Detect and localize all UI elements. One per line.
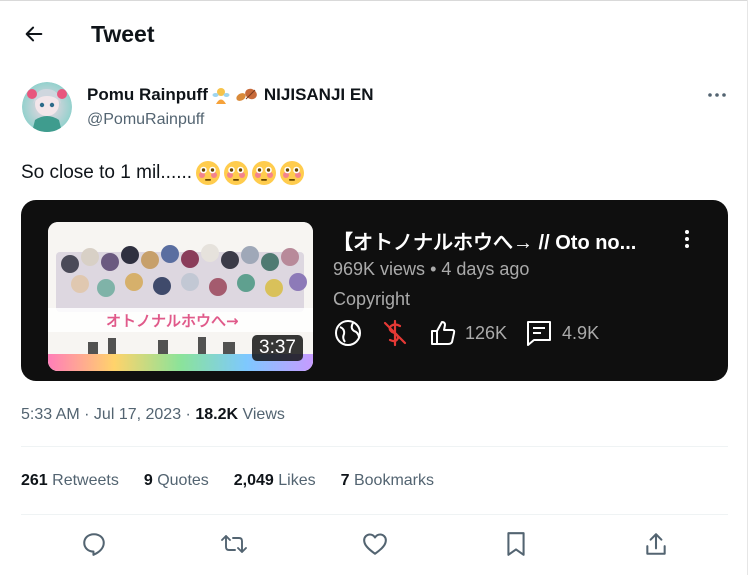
flushed-face-emoji-icon	[280, 161, 305, 185]
author-handle[interactable]: @PomuRainpuff	[87, 111, 204, 129]
flushed-face-emoji-icon	[252, 161, 277, 185]
likes-label: Likes	[273, 472, 316, 489]
author-name-row[interactable]: Pomu Rainpuff NIJISANJI EN	[87, 85, 373, 105]
bookmark-button[interactable]	[502, 530, 530, 558]
quotes-label: Quotes	[152, 472, 209, 489]
retweet-icon	[221, 535, 247, 553]
video-age: 4 days ago	[441, 259, 530, 279]
bookmark-icon	[507, 532, 525, 556]
divider-top	[21, 446, 728, 447]
more-vertical-icon	[685, 230, 689, 248]
tweet-header: Tweet	[0, 0, 748, 72]
more-horizontal-icon	[708, 93, 726, 97]
flushed-face-emoji-icon	[224, 161, 249, 185]
video-actions: 126K 4.9K	[333, 318, 599, 348]
quotes-count: 9	[143, 472, 153, 489]
video-duration: 3:37	[252, 335, 303, 361]
leaves-emoji-icon	[236, 88, 257, 101]
view-count: 18.2K	[195, 406, 239, 423]
comment-icon[interactable]	[525, 319, 553, 347]
share-icon	[646, 533, 666, 555]
video-thumbnail[interactable]: オトノナルホウへ→ 3:37	[48, 222, 313, 371]
stat-quotes[interactable]: 9 Quotes	[144, 472, 209, 490]
timestamp-text[interactable]: 5:33 AM · Jul 17, 2023 ·	[21, 406, 195, 423]
more-options-button[interactable]	[704, 84, 730, 106]
thumbnail-caption: オトノナルホウへ→	[106, 312, 239, 330]
video-comments: 4.9K	[562, 322, 600, 343]
bookmarks-count: 7	[340, 472, 350, 489]
video-title[interactable]: 【オトノナルホウへ→ // Oto no...	[333, 226, 663, 255]
likes-count: 2,049	[233, 472, 274, 489]
page-title: Tweet	[91, 21, 155, 47]
tweet-action-bar	[0, 526, 748, 562]
engagement-stats: 261 Retweets 9 Quotes 2,049 Likes 7 Book…	[21, 472, 434, 490]
globe-icon	[333, 318, 363, 348]
retweets-count: 261	[21, 472, 48, 489]
reply-icon	[83, 533, 105, 556]
tweet-body: So close to 1 mil......	[21, 162, 193, 183]
tweet-timestamp: 5:33 AM · Jul 17, 2023 · 18.2K Views	[21, 406, 285, 424]
share-button[interactable]	[642, 530, 670, 558]
video-card[interactable]: オトノナルホウへ→ 3:37 【オトノナルホウへ→ // Oto no... 9…	[21, 200, 728, 381]
divider-middle	[21, 514, 728, 515]
reply-button[interactable]	[80, 530, 108, 558]
video-likes: 126K	[465, 322, 508, 343]
views-label: Views	[238, 406, 285, 423]
stat-bookmarks[interactable]: 7 Bookmarks	[341, 472, 434, 490]
retweet-button[interactable]	[220, 530, 248, 558]
no-monetization-icon	[380, 318, 410, 348]
author-display-name: Pomu Rainpuff	[87, 85, 208, 104]
fairy-emoji-icon	[212, 88, 230, 104]
meta-separator: •	[425, 259, 442, 279]
flushed-emoji-group	[195, 160, 305, 186]
flushed-face-emoji-icon	[196, 161, 221, 185]
like-button[interactable]	[361, 530, 389, 558]
stat-likes[interactable]: 2,049 Likes	[234, 472, 316, 490]
retweets-label: Retweets	[47, 472, 119, 489]
like-icon	[363, 533, 387, 555]
video-meta: 969K views • 4 days ago	[333, 259, 529, 280]
back-button[interactable]	[18, 18, 50, 50]
thumbs-up-icon[interactable]	[429, 319, 457, 347]
video-views: 969K views	[333, 259, 426, 279]
stat-retweets[interactable]: 261 Retweets	[21, 472, 119, 490]
author-org-suffix: NIJISANJI EN	[263, 85, 374, 104]
arrow-left-icon	[25, 26, 43, 42]
avatar[interactable]	[22, 82, 72, 132]
bookmarks-label: Bookmarks	[349, 472, 434, 489]
video-menu-button[interactable]	[676, 226, 698, 252]
video-copyright: Copyright	[333, 289, 411, 309]
tweet-text: So close to 1 mil......	[21, 160, 305, 186]
